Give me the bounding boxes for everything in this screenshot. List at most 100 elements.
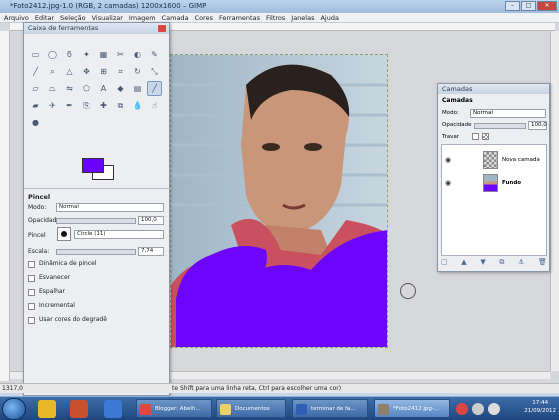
bucket-fill-icon[interactable]: ◆ [113,81,128,96]
visibility-eye-icon[interactable]: ◉ [445,149,451,171]
anchor-layer-icon[interactable]: ⚓ [518,258,524,267]
task-blogger[interactable]: Blogger: Abelh... [136,399,212,418]
gradient-colors-checkbox[interactable] [28,317,35,324]
image-canvas[interactable] [170,54,388,348]
tray-icon[interactable] [456,403,468,415]
color-selector[interactable] [82,158,116,182]
close-button[interactable]: ✕ [537,1,557,11]
clone-icon[interactable]: ⎘ [79,98,94,113]
network-icon[interactable] [472,403,484,415]
layer-item[interactable]: ◉ Nova camada [442,149,546,171]
brush-preview[interactable] [57,227,71,241]
align-icon[interactable]: ⊞ [96,64,111,79]
mode-value: Normal [59,204,79,210]
volume-icon[interactable] [488,403,500,415]
messenger-icon[interactable] [38,400,56,418]
scissors-icon[interactable]: ✂ [113,47,128,62]
scale-slider[interactable] [56,249,136,255]
brush-field[interactable]: Circle (11) [74,230,164,239]
foreground-select-icon[interactable]: ◐ [130,47,145,62]
ink-icon[interactable]: ✒ [62,98,77,113]
layer-name: Nova camada [502,157,540,163]
maximize-button[interactable]: □ [521,1,536,11]
fade-checkbox[interactable] [28,275,35,282]
menu-cores[interactable]: Cores [195,13,213,22]
minimize-button[interactable]: – [505,1,520,11]
measure-icon[interactable]: △ [62,64,77,79]
incremental-checkbox[interactable] [28,303,35,310]
menu-imagem[interactable]: Imagem [129,13,156,22]
menu-selecao[interactable]: Seleção [60,13,85,22]
layers-mode-label: Modo: [442,110,459,116]
layers-opacity-field[interactable]: 100,0 [528,121,547,130]
visibility-eye-icon[interactable]: ◉ [445,172,451,194]
heal-icon[interactable]: ✚ [96,98,111,113]
airbrush-icon[interactable]: ✈ [45,98,60,113]
opacity-field[interactable]: 100,0 [138,216,164,225]
cage-icon[interactable]: ⬠ [79,81,94,96]
menu-filtros[interactable]: Filtros [266,13,285,22]
tool-grid: ▭ ◯ ϭ ✦ ▦ ✂ ◐ ✎ ╱ ⌕ △ ✥ ⊞ ⌗ ↻ ⤡ ▱ ⏢ ⇋ ⬠ … [28,47,168,130]
start-button[interactable] [2,398,26,420]
scale-icon[interactable]: ⤡ [147,64,162,79]
color-picker-icon[interactable]: ╱ [28,64,43,79]
task-gimp[interactable]: *Foto2412.jpg-... [374,399,450,418]
task-document[interactable]: terminar de fa... [292,399,368,418]
blur-icon[interactable]: 💧 [130,98,145,113]
clock[interactable]: 17:44 21/09/2012 [524,399,556,415]
opacity-slider[interactable] [56,218,136,224]
zoom-icon[interactable]: ⌕ [45,64,60,79]
perspective-icon[interactable]: ⏢ [45,81,60,96]
menu-ferramentas[interactable]: Ferramentas [219,13,260,22]
move-icon[interactable]: ✥ [79,64,94,79]
rect-select-icon[interactable]: ▭ [28,47,43,62]
crop-icon[interactable]: ⌗ [113,64,128,79]
text-icon[interactable]: A [96,81,111,96]
shear-icon[interactable]: ▱ [28,81,43,96]
delete-layer-icon[interactable]: 🗑 [538,258,547,267]
jitter-checkbox[interactable] [28,289,35,296]
menu-editar[interactable]: Editar [35,13,54,22]
smudge-icon[interactable]: ☝ [147,98,162,113]
scale-value: 7,74 [141,248,154,254]
mode-select[interactable]: Normal [56,203,164,212]
toolbox-title: Caixa de ferramentas [24,23,169,34]
layers-mode-select[interactable]: Normal [470,109,546,118]
eraser-icon[interactable]: ▰ [28,98,43,113]
ie-icon[interactable] [104,400,122,418]
foreground-color[interactable] [82,158,104,173]
layers-opacity-value: 100,0 [531,122,547,128]
flip-icon[interactable]: ⇋ [62,81,77,96]
vertical-scrollbar[interactable] [550,31,559,371]
lower-layer-icon[interactable]: ▼ [480,258,485,267]
rotate-icon[interactable]: ↻ [130,64,145,79]
menu-ajuda[interactable]: Ajuda [320,13,338,22]
dodge-burn-icon[interactable]: ● [28,115,43,130]
scale-field[interactable]: 7,74 [138,247,164,256]
menu-visualizar[interactable]: Visualizar [92,13,123,22]
ellipse-select-icon[interactable]: ◯ [45,47,60,62]
paintbrush-icon[interactable]: ╱ [147,81,162,96]
task-documentos[interactable]: Documentos [216,399,286,418]
perspective-clone-icon[interactable]: ⧉ [113,98,128,113]
layers-opacity-slider[interactable] [474,123,526,129]
lock-alpha-icon[interactable] [482,133,489,140]
toolbox-close-button[interactable] [158,25,166,32]
raise-layer-icon[interactable]: ▲ [461,258,466,267]
app-icon[interactable] [70,400,88,418]
blend-icon[interactable]: ▤ [130,81,145,96]
fuzzy-select-icon[interactable]: ✦ [79,47,94,62]
lasso-icon[interactable]: ϭ [62,47,77,62]
layers-panel: Camadas Camadas Modo: Normal Opacidade 1… [437,83,550,272]
window-title: *Foto2412.jpg-1.0 (RGB, 2 camadas) 1200x… [10,2,207,10]
menu-arquivo[interactable]: Arquivo [4,13,29,22]
layer-item[interactable]: ◉ Fundo [442,172,546,194]
menu-janelas[interactable]: Janelas [291,13,314,22]
new-layer-icon[interactable]: ▢ [441,258,448,267]
duplicate-layer-icon[interactable]: ⧉ [499,258,504,267]
color-select-icon[interactable]: ▦ [96,47,111,62]
dynamics-expander[interactable] [28,261,35,268]
lock-pixels-checkbox[interactable] [472,133,479,140]
paths-icon[interactable]: ✎ [147,47,162,62]
menu-camada[interactable]: Camada [162,13,189,22]
